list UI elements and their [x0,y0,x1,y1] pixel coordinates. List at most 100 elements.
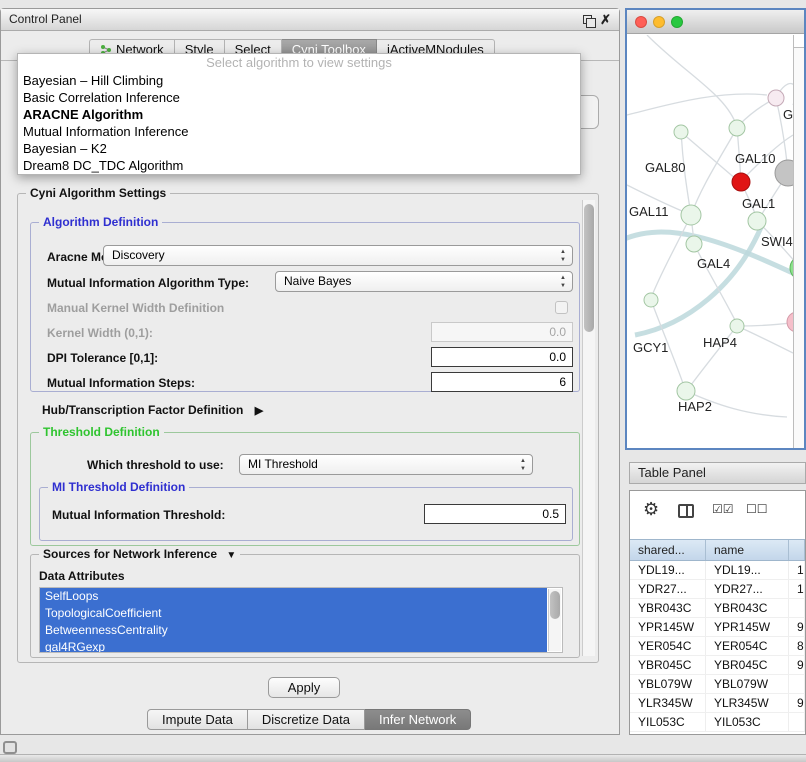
mi-type-combo[interactable]: Naive Bayes ▲▼ [275,271,573,292]
table-row[interactable]: YPR145WYPR145W9. [630,618,805,637]
network-node[interactable] [730,319,744,333]
table-row[interactable]: YBR045CYBR045C9. [630,656,805,675]
dropdown-item[interactable]: Mutual Information Inference [18,123,580,140]
column-header[interactable] [789,540,805,560]
dropdown-item[interactable]: Bayesian – K2 [18,140,580,157]
table-cell: YBR043C [706,599,789,617]
network-node[interactable] [775,160,793,186]
close-icon[interactable]: ✗ [600,9,611,30]
threshold-definition-title: Threshold Definition [39,425,164,439]
table-cell: 13 [789,561,805,579]
dropdown-item[interactable]: Bayesian – Hill Climbing [18,72,580,89]
network-node[interactable] [674,125,688,139]
table-cell: 9. [789,618,805,636]
list-item[interactable]: gal4RGexp [40,639,547,653]
list-item[interactable]: BetweennessCentrality [40,622,547,639]
close-traffic-light[interactable] [635,16,647,28]
dropdown-item[interactable]: Basic Correlation Inference [18,89,580,106]
dpi-tolerance-field[interactable]: 0.0 [431,347,573,367]
network-node-label: SWI4 [761,234,793,249]
bottom-tabs: Impute Data Discretize Data Infer Networ… [147,709,471,730]
table-cell: 9. [789,656,805,674]
network-node[interactable] [644,293,658,307]
mi-threshold-title: MI Threshold Definition [48,480,189,494]
which-threshold-value: MI Threshold [248,457,318,471]
table-cell: YLR345W [706,694,789,712]
network-scrollbar-box[interactable] [794,35,804,48]
table-row[interactable]: YBL079WYBL079W [630,675,805,694]
which-threshold-combo[interactable]: MI Threshold ▲▼ [239,454,533,475]
table-cell: YPR145W [706,618,789,636]
kernel-width-field[interactable]: 0.0 [431,322,573,342]
cyni-settings-group: Cyni Algorithm Settings Algorithm Defini… [17,193,599,663]
gear-icon[interactable]: ⚙ [643,499,659,520]
network-canvas[interactable]: GALGAL80GAL10GAL11GAL1SWI4GAL4GCY1HAP4YH… [627,35,793,448]
algorithm-dropdown-popup: Select algorithm to view settings Bayesi… [17,53,581,175]
float-panel-icon[interactable] [583,15,592,24]
table-row[interactable]: YIL053CYIL053C [630,713,805,732]
table-cell: YBR043C [630,599,706,617]
table-row[interactable]: YDR27...YDR27...12 [630,580,805,599]
combo-arrows-icon: ▲▼ [558,274,568,290]
select-all-columns-icon[interactable]: ☑☑ [712,502,734,516]
algorithm-definition-group: Algorithm Definition Aracne Mode: Discov… [30,222,580,392]
settings-scrollbar[interactable] [582,200,595,656]
tab-impute-data[interactable]: Impute Data [147,709,248,730]
sources-title[interactable]: Sources for Network Inference ▼ [39,547,240,563]
network-node[interactable] [748,212,766,230]
zoom-traffic-light[interactable] [671,16,683,28]
column-header[interactable]: shared... [630,540,706,560]
minimize-traffic-light[interactable] [653,16,665,28]
table-panel-titlebar[interactable]: Table Panel [629,462,806,484]
apply-button[interactable]: Apply [268,677,340,698]
bottom-status-bar [0,754,806,762]
control-panel-titlebar[interactable]: Control Panel ✗ [1,9,619,31]
network-node-label: GAL [783,107,793,122]
list-scrollbar-thumb[interactable] [550,591,560,619]
network-view-window: GALGAL80GAL10GAL11GAL1SWI4GAL4GCY1HAP4YH… [625,8,806,450]
combo-arrows-icon: ▲▼ [558,248,568,264]
deselect-all-columns-icon[interactable]: ☐☐ [746,502,768,516]
network-scrollbar[interactable] [793,35,804,448]
chevron-down-icon: ▼ [226,550,236,561]
manual-kernel-checkbox[interactable] [555,301,568,314]
column-header[interactable]: name [706,540,789,560]
chevron-right-icon: ▶ [255,405,263,417]
list-scrollbar[interactable] [548,589,561,651]
table-row[interactable]: YBR043CYBR043C [630,599,805,618]
list-item[interactable]: SelfLoops [40,588,547,605]
dropdown-item-selected[interactable]: ARACNE Algorithm [18,106,580,123]
mi-threshold-group: MI Threshold Definition Mutual Informati… [39,487,573,541]
column-layout-icon[interactable] [678,504,694,518]
algorithm-definition-title: Algorithm Definition [39,215,162,229]
table-row[interactable]: YLR345WYLR345W9. [630,694,805,713]
aracne-mode-combo[interactable]: Discovery ▲▼ [103,245,573,266]
table-cell: YBL079W [630,675,706,693]
table-cell: YIL053C [630,713,706,731]
mi-steps-field[interactable]: 6 [431,372,573,392]
table-cell: YDR27... [630,580,706,598]
panel-toggle-icon[interactable] [3,741,17,754]
network-node[interactable] [729,120,745,136]
mi-threshold-field[interactable]: 0.5 [424,504,566,524]
tab-discretize-data[interactable]: Discretize Data [248,709,365,730]
manual-kernel-label: Manual Kernel Width Definition [47,301,224,315]
dpi-tolerance-label: DPI Tolerance [0,1]: [47,351,158,365]
table-body: YDL19...YDL19...13YDR27...YDR27...12YBR0… [630,561,805,732]
network-window-titlebar[interactable] [627,10,804,34]
tab-infer-network[interactable]: Infer Network [365,709,471,730]
table-cell: YER054C [630,637,706,655]
dropdown-item[interactable]: Dream8 DC_TDC Algorithm [18,157,580,174]
list-item[interactable]: TopologicalCoefficient [40,605,547,622]
table-row[interactable]: YER054CYER054C8. [630,637,805,656]
table-row[interactable]: YDL19...YDL19...13 [630,561,805,580]
settings-scrollbar-thumb[interactable] [584,204,594,332]
network-node[interactable] [768,90,784,106]
hub-definition-toggle[interactable]: Hub/Transcription Factor Definition ▶ [42,403,263,417]
network-node[interactable] [686,236,702,252]
kernel-width-label: Kernel Width (0,1): [47,326,153,340]
network-node[interactable] [732,173,750,191]
network-node[interactable] [681,205,701,225]
table-cell [789,713,805,731]
network-node[interactable] [677,382,695,400]
